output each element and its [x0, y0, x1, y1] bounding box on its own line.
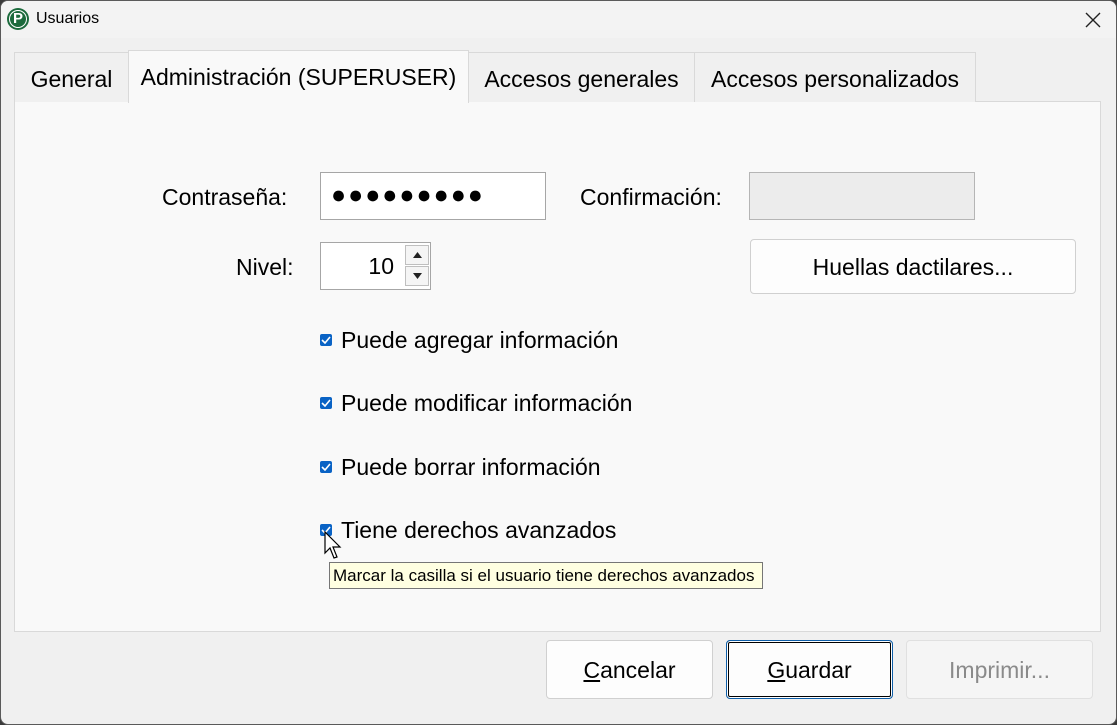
app-logo-letter: P: [12, 10, 23, 27]
check-icon: [321, 336, 331, 344]
checkbox-add[interactable]: [320, 334, 332, 346]
save-mnemonic: G: [767, 657, 786, 683]
level-stepper[interactable]: 10: [320, 242, 431, 290]
checkbox-delete-label: Puede borrar información: [341, 454, 601, 480]
title-bar: P Usuarios: [1, 1, 1116, 38]
app-logo-icon: P: [7, 8, 29, 30]
level-label: Nivel:: [236, 254, 294, 280]
checkbox-delete[interactable]: [320, 461, 332, 473]
cancel-button[interactable]: Cancelar: [546, 640, 713, 699]
checkbox-modify[interactable]: [320, 397, 332, 409]
close-icon: [1085, 12, 1101, 28]
password-label: Contraseña:: [162, 184, 288, 210]
level-up-button[interactable]: [405, 245, 429, 265]
password-field[interactable]: ●●●●●●●●●: [320, 172, 546, 220]
mouse-pointer-icon: [324, 531, 342, 559]
save-label-rest: uardar: [785, 657, 852, 683]
arrow-down-icon: [413, 273, 422, 279]
checkbox-modify-label: Puede modificar información: [341, 390, 633, 416]
fingerprints-button[interactable]: Huellas dactilares...: [750, 239, 1076, 294]
checkbox-advanced-label: Tiene derechos avanzados: [341, 517, 617, 543]
arrow-up-icon: [413, 252, 422, 258]
cancel-label-rest: ancelar: [600, 657, 676, 683]
tab-general[interactable]: General: [14, 52, 129, 102]
close-button[interactable]: [1070, 1, 1116, 38]
save-button[interactable]: Guardar: [726, 640, 893, 699]
checkbox-add-label: Puede agregar información: [341, 327, 619, 353]
check-icon: [321, 399, 331, 407]
users-dialog: P Usuarios General Administración (SUPER…: [0, 0, 1117, 725]
print-button[interactable]: Imprimir...: [906, 640, 1093, 699]
level-value: 10: [368, 253, 394, 279]
cancel-mnemonic: C: [583, 657, 601, 683]
tab-administracion[interactable]: Administración (SUPERUSER): [128, 50, 469, 103]
level-down-button[interactable]: [405, 266, 429, 286]
tab-accesos-generales[interactable]: Accesos generales: [468, 52, 695, 102]
check-icon: [321, 463, 331, 471]
confirm-label: Confirmación:: [580, 184, 722, 210]
tab-accesos-personalizados[interactable]: Accesos personalizados: [694, 52, 976, 102]
tooltip: Marcar la casilla si el usuario tiene de…: [329, 562, 763, 589]
confirm-field[interactable]: [749, 172, 975, 220]
window-title: Usuarios: [36, 10, 100, 27]
